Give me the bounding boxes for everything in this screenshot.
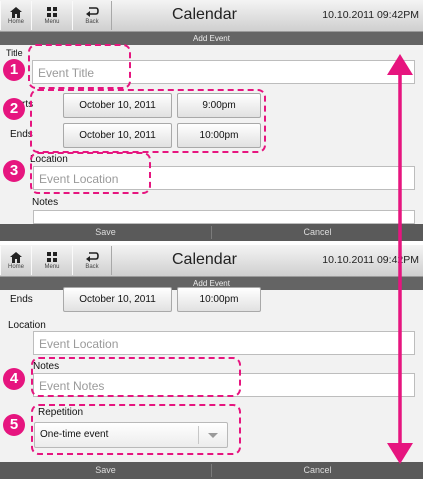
arrow-up-icon <box>387 54 413 75</box>
scroll-range-arrow <box>387 54 413 464</box>
arrow-down-icon <box>387 443 413 464</box>
